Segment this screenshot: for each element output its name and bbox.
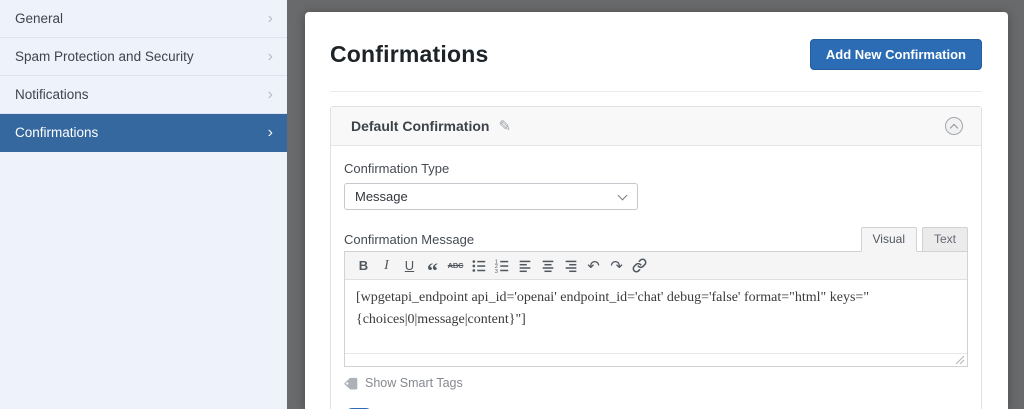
chevron-down-icon xyxy=(618,191,628,201)
link-icon[interactable] xyxy=(628,255,651,277)
rich-text-editor: B I U “ ABC xyxy=(344,251,968,367)
default-confirmation-section: Default Confirmation ✎ Confirmation Type… xyxy=(330,106,982,409)
add-new-confirmation-button[interactable]: Add New Confirmation xyxy=(810,39,982,70)
shortcode-line: [wpgetapi_endpoint api_id='openai' endpo… xyxy=(356,287,956,309)
settings-sidebar: General › Spam Protection and Security ›… xyxy=(0,0,287,409)
confirmation-type-select[interactable]: Message xyxy=(344,183,638,210)
collapse-section-button[interactable] xyxy=(945,117,963,135)
svg-text:3: 3 xyxy=(494,269,497,274)
confirmation-message-label: Confirmation Message xyxy=(344,232,474,247)
selected-option-label: Message xyxy=(355,189,408,204)
editor-statusbar xyxy=(345,353,967,366)
editor-content-area[interactable]: [wpgetapi_endpoint api_id='openai' endpo… xyxy=(345,280,967,353)
ordered-list-icon[interactable]: 1 2 3 xyxy=(490,255,513,277)
tag-icon xyxy=(344,377,358,390)
sidebar-item-notifications[interactable]: Notifications › xyxy=(0,76,287,114)
header-divider xyxy=(330,91,982,92)
shortcode-line: {choices|0|message|content}"] xyxy=(356,309,956,331)
editor-toolbar: B I U “ ABC xyxy=(345,252,967,280)
chevron-up-icon xyxy=(950,124,958,132)
redo-icon[interactable]: ↷ xyxy=(605,255,628,277)
chevron-right-icon: › xyxy=(268,11,273,27)
show-smart-tags-link[interactable]: Show Smart Tags xyxy=(344,376,968,390)
chevron-right-icon: › xyxy=(268,49,273,65)
section-header: Default Confirmation ✎ xyxy=(331,107,981,146)
sidebar-item-label: Confirmations xyxy=(15,125,98,140)
bold-icon[interactable]: B xyxy=(352,255,375,277)
main-backdrop: Confirmations Add New Confirmation Defau… xyxy=(287,0,1024,409)
blockquote-icon[interactable]: “ xyxy=(421,255,444,277)
page-title: Confirmations xyxy=(330,41,489,68)
sidebar-item-label: Notifications xyxy=(15,87,89,102)
undo-icon[interactable]: ↶ xyxy=(582,255,605,277)
sidebar-item-confirmations[interactable]: Confirmations › xyxy=(0,114,287,152)
align-right-icon[interactable] xyxy=(559,255,582,277)
strikethrough-icon[interactable]: ABC xyxy=(444,255,467,277)
underline-icon[interactable]: U xyxy=(398,255,421,277)
tab-text[interactable]: Text xyxy=(922,227,968,252)
chevron-right-icon: › xyxy=(268,125,273,141)
sidebar-item-spam-protection[interactable]: Spam Protection and Security › xyxy=(0,38,287,76)
chevron-right-icon: › xyxy=(268,87,273,103)
bullet-list-icon[interactable] xyxy=(467,255,490,277)
confirmation-type-label: Confirmation Type xyxy=(344,161,968,176)
italic-icon[interactable]: I xyxy=(375,255,398,277)
sidebar-item-label: General xyxy=(15,11,63,26)
align-center-icon[interactable] xyxy=(536,255,559,277)
sidebar-item-general[interactable]: General › xyxy=(0,0,287,38)
resize-grip-icon[interactable] xyxy=(955,355,965,365)
tab-visual[interactable]: Visual xyxy=(861,227,917,252)
editor-mode-tabs: Visual Text xyxy=(861,227,968,252)
edit-pencil-icon[interactable]: ✎ xyxy=(498,117,511,135)
confirmations-panel: Confirmations Add New Confirmation Defau… xyxy=(305,12,1008,409)
show-smart-tags-label: Show Smart Tags xyxy=(365,376,463,390)
align-left-icon[interactable] xyxy=(513,255,536,277)
sidebar-item-label: Spam Protection and Security xyxy=(15,49,194,64)
section-title: Default Confirmation xyxy=(351,118,489,134)
